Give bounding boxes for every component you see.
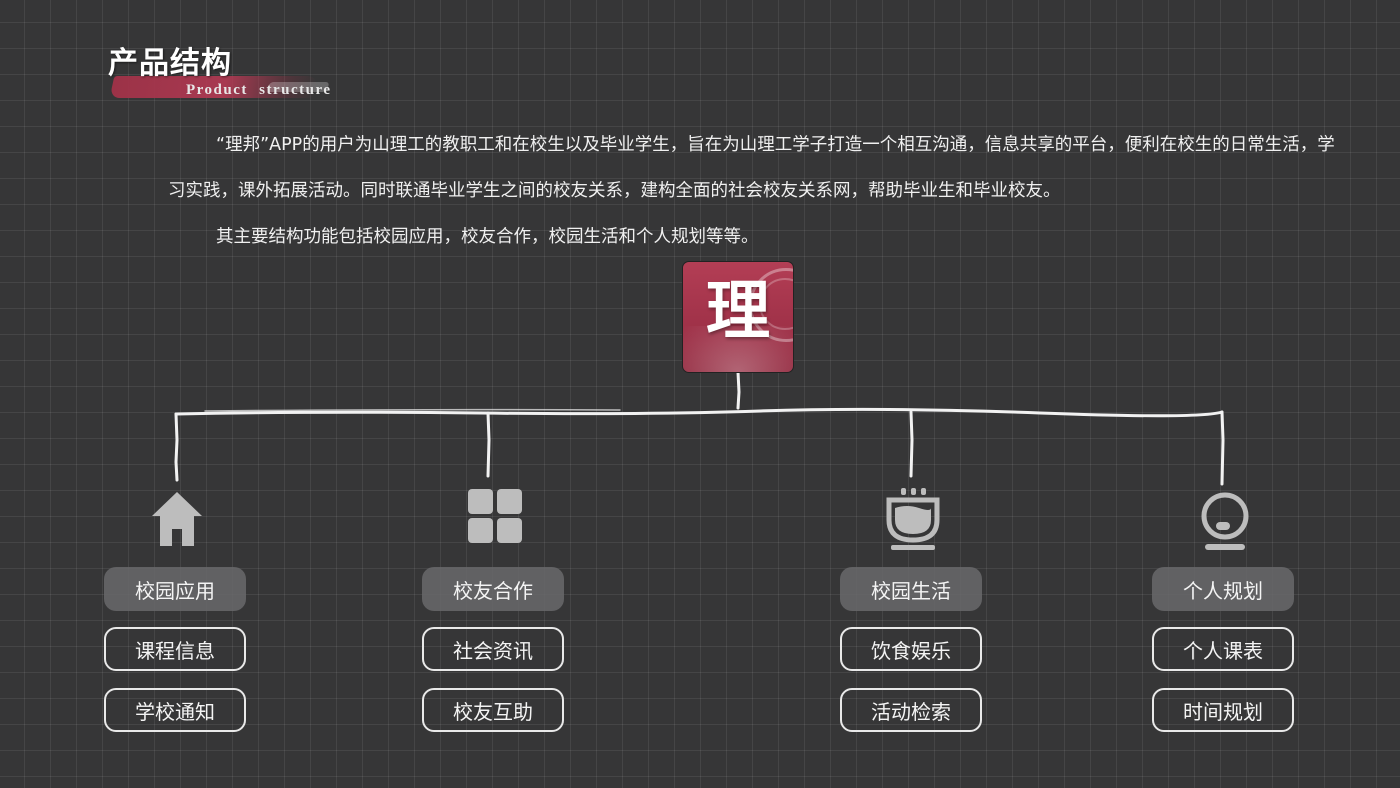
branch-title[interactable]: 校园应用 xyxy=(104,567,246,611)
webcam-icon xyxy=(1201,492,1249,550)
branch-title[interactable]: 校园生活 xyxy=(840,567,982,611)
branch-item[interactable]: 时间规划 xyxy=(1152,688,1294,732)
connector-branch-3 xyxy=(909,410,914,478)
branch-item[interactable]: 学校通知 xyxy=(104,688,246,732)
connector-branch-1 xyxy=(174,412,179,482)
branch-title[interactable]: 校友合作 xyxy=(422,567,564,611)
house-icon xyxy=(152,492,202,546)
connector-branch-2 xyxy=(486,411,491,478)
connector-horizontal-shadow xyxy=(204,408,621,412)
branch-item[interactable]: 活动检索 xyxy=(840,688,982,732)
branch-item[interactable]: 饮食娱乐 xyxy=(840,627,982,671)
branch-item[interactable]: 个人课表 xyxy=(1152,627,1294,671)
grid-icon xyxy=(468,489,522,543)
connector-root-stem xyxy=(736,370,741,410)
logo-character: 理 xyxy=(706,274,770,349)
coffee-cup-icon xyxy=(886,488,940,550)
app-logo: 理 xyxy=(683,262,793,372)
branch-item[interactable]: 社会资讯 xyxy=(422,627,564,671)
branch-item[interactable]: 课程信息 xyxy=(104,627,246,671)
branch-title[interactable]: 个人规划 xyxy=(1152,567,1294,611)
branch-item[interactable]: 校友互助 xyxy=(422,688,564,732)
connector-branch-4 xyxy=(1220,410,1225,486)
